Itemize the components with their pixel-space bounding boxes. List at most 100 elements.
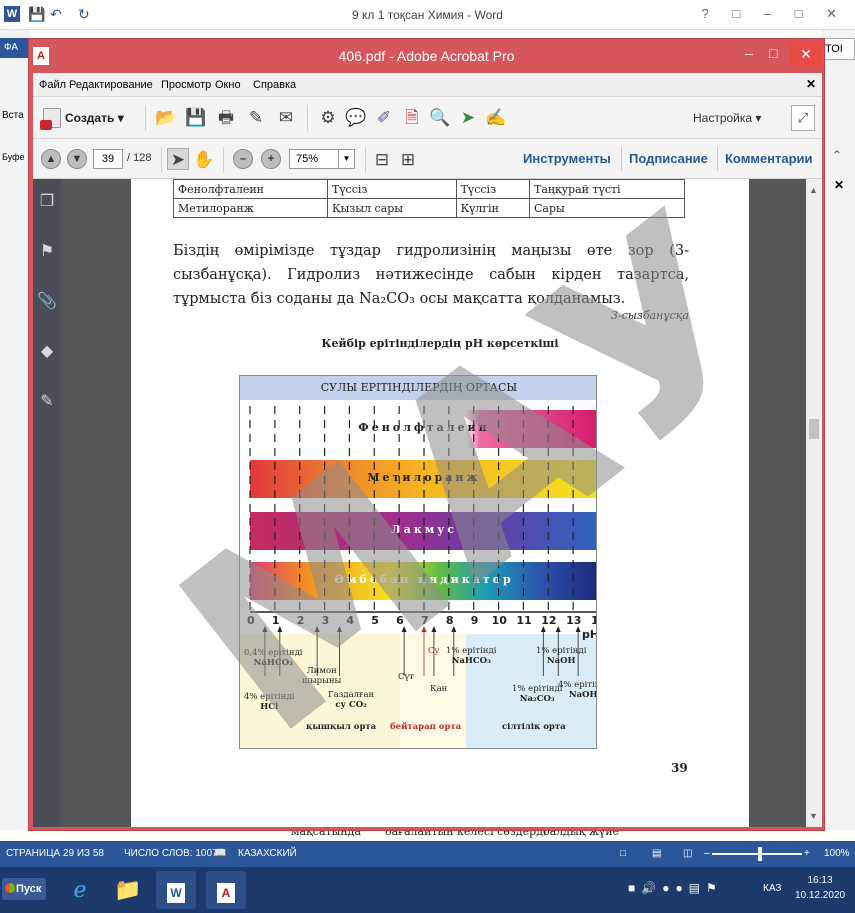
menu-window[interactable]: Окно bbox=[215, 79, 241, 91]
annotation: 1% ерітінді NaOH bbox=[536, 646, 586, 666]
scroll-up-icon[interactable]: ▲ bbox=[809, 185, 818, 195]
annotation-arrowhead bbox=[431, 626, 437, 632]
word-right-tab[interactable]: ТОІ bbox=[822, 38, 855, 60]
email-icon[interactable]: ✉ bbox=[275, 107, 297, 129]
word-taskbar-icon[interactable]: W bbox=[156, 871, 196, 909]
zoom-out-icon[interactable]: – bbox=[233, 149, 253, 169]
ph-tick-label: 10 bbox=[491, 614, 507, 627]
zoom-in-icon[interactable]: + bbox=[261, 149, 281, 169]
vertical-scrollbar[interactable]: ▲ ▼ bbox=[806, 179, 822, 827]
annotation: 4% ерітіндіNaOH bbox=[558, 680, 596, 700]
annotation-arrowhead bbox=[336, 626, 342, 632]
status-language[interactable]: КАЗАХСКИЙ bbox=[238, 848, 297, 859]
zoom-slider[interactable] bbox=[712, 853, 802, 855]
word-statusbar: СТРАНИЦА 29 ИЗ 58 ЧИСЛО СЛОВ: 10074 📖 КА… bbox=[0, 841, 855, 867]
ie-icon[interactable]: ℯ bbox=[60, 871, 100, 909]
word-titlebar: W 💾 ↶ ↻ 9 кл 1 тоқсан Химия - Word ? □ –… bbox=[0, 0, 855, 30]
page-number-input[interactable]: 39 bbox=[93, 149, 123, 169]
comment-icon[interactable]: 💬 bbox=[345, 107, 367, 129]
open-icon[interactable]: 📂 bbox=[155, 107, 177, 129]
ph-tick-label: 5 bbox=[371, 614, 379, 627]
menu-edit[interactable]: Редактирование bbox=[69, 79, 153, 91]
main-toolbar: Создать ▾ 📂 💾 🖶 ✎ ✉ ⚙ 💬 ✐ 🗎 🔍 ➤ ✍ Настро… bbox=[33, 97, 822, 139]
table-cell: Метилоранж bbox=[173, 198, 328, 218]
zoom-in-icon[interactable]: + bbox=[804, 848, 810, 859]
settings-dropdown[interactable]: Настройка ▾ bbox=[693, 111, 761, 125]
system-tray-icons[interactable]: ■🔊●●▤⚑ bbox=[628, 881, 723, 895]
comments-link[interactable]: Комментарии bbox=[725, 151, 813, 166]
close-icon[interactable]: ✕ bbox=[789, 41, 823, 67]
language-indicator[interactable]: КАЗ bbox=[763, 883, 781, 894]
signature-icon[interactable]: ✎ bbox=[37, 391, 57, 413]
layers-icon[interactable]: ◆ bbox=[37, 341, 57, 363]
print-icon[interactable]: 🖶 bbox=[215, 107, 237, 129]
annotation-line: Na₂CO₃ bbox=[519, 694, 555, 704]
clock-date: 10.12.2020 bbox=[794, 890, 846, 901]
fit-width-icon[interactable]: ⊞ bbox=[397, 149, 419, 171]
previous-page-icon[interactable]: ▲ bbox=[41, 149, 61, 169]
sign-link[interactable]: Подписание bbox=[629, 151, 708, 166]
edit-icon[interactable]: ✎ bbox=[245, 107, 267, 129]
tools-link[interactable]: Инструменты bbox=[523, 151, 611, 166]
annotation: Сүт bbox=[398, 672, 415, 682]
zoom-level[interactable]: 100% bbox=[824, 848, 850, 859]
read-mode-icon[interactable]: □ bbox=[620, 848, 626, 859]
explorer-icon[interactable]: 📁 bbox=[108, 871, 148, 909]
taskbar: Пуск ℯ 📁 W A ■🔊●●▤⚑ КАЗ 16:13 10.12.2020 bbox=[0, 867, 855, 913]
status-page[interactable]: СТРАНИЦА 29 ИЗ 58 bbox=[6, 848, 104, 859]
clock[interactable]: 16:13 10.12.2020 bbox=[792, 873, 848, 903]
sign-icon[interactable]: ✍ bbox=[485, 107, 507, 129]
nav-separator bbox=[621, 147, 622, 171]
menu-file[interactable]: Файл bbox=[39, 79, 66, 91]
navigation-pane: ❐ ⚑ 📎 ◆ ✎ bbox=[33, 179, 61, 827]
annotation-line: 4% ерітінді bbox=[558, 680, 596, 690]
fit-page-icon[interactable]: ⊟ bbox=[371, 149, 393, 171]
print-layout-icon[interactable]: ▤ bbox=[652, 848, 661, 859]
start-button[interactable]: Пуск bbox=[2, 878, 46, 900]
close-document-icon[interactable]: ✕ bbox=[806, 77, 816, 91]
chevron-up-icon[interactable]: ⌃ bbox=[832, 148, 842, 162]
annotation-line: 1% ерітінді bbox=[512, 684, 563, 694]
proofing-icon[interactable]: 📖 bbox=[214, 848, 226, 859]
minimize-icon[interactable]: – bbox=[745, 45, 753, 61]
next-page-icon[interactable]: ▼ bbox=[67, 149, 87, 169]
zoom-slider-thumb[interactable] bbox=[758, 847, 762, 861]
pdf-export-icon[interactable]: 🗎 bbox=[401, 107, 423, 129]
acrobat-body: Файл Редактирование Просмотр Окно Справк… bbox=[33, 73, 822, 827]
word-insert-label: Вста bbox=[2, 110, 24, 121]
bookmark-icon[interactable]: ⚑ bbox=[37, 241, 57, 263]
pages-icon[interactable]: ❐ bbox=[37, 191, 57, 213]
acrobat-taskbar-icon[interactable]: A bbox=[206, 871, 246, 909]
create-button[interactable]: Создать ▾ bbox=[39, 105, 130, 131]
scroll-down-icon[interactable]: ▼ bbox=[809, 811, 818, 821]
word-window-controls[interactable]: ? □ – □ ✕ bbox=[701, 6, 847, 22]
acrobat-titlebar[interactable]: A 406.pdf - Adobe Acrobat Pro – □ ✕ bbox=[29, 39, 824, 73]
toolbar-separator bbox=[145, 105, 146, 131]
close-icon[interactable]: ✕ bbox=[834, 178, 844, 192]
gear-icon[interactable]: ⚙ bbox=[317, 107, 339, 129]
attachment-icon[interactable]: 📎 bbox=[37, 291, 57, 313]
chevron-down-icon[interactable]: ▼ bbox=[339, 149, 355, 169]
menu-help[interactable]: Справка bbox=[253, 79, 296, 91]
ph-tick-label: 13 bbox=[566, 614, 582, 627]
expand-icon[interactable]: ⤢ bbox=[791, 105, 815, 131]
save-icon[interactable]: 💾 bbox=[185, 107, 207, 129]
zoom-out-icon[interactable]: – bbox=[704, 848, 710, 859]
zoom-input[interactable]: 75% bbox=[289, 149, 339, 169]
select-cursor-icon[interactable]: ➤ bbox=[167, 148, 189, 170]
maximize-icon[interactable]: □ bbox=[769, 45, 777, 61]
pdf-page: Фенолфталеин Түссіз Түссіз Таңқурай түст… bbox=[131, 179, 749, 827]
web-layout-icon[interactable]: ◫ bbox=[683, 848, 692, 859]
word-file-tab[interactable]: ФА bbox=[0, 38, 30, 58]
menu-view[interactable]: Просмотр bbox=[161, 79, 211, 91]
table-row: Фенолфталеин Түссіз Түссіз Таңқурай түст… bbox=[173, 179, 685, 199]
annotation-arrowhead bbox=[262, 626, 268, 632]
hand-icon[interactable]: ✋ bbox=[193, 149, 215, 171]
send-icon[interactable]: ➤ bbox=[457, 107, 479, 129]
annotation-line: NaOH bbox=[546, 656, 576, 666]
status-words[interactable]: ЧИСЛО СЛОВ: 10074 bbox=[124, 848, 223, 859]
search-document-icon[interactable]: 🔍 bbox=[429, 107, 451, 129]
scrollbar-thumb[interactable] bbox=[809, 419, 819, 439]
highlight-icon[interactable]: ✐ bbox=[373, 107, 395, 129]
annotation-line: Лимон bbox=[306, 666, 337, 676]
